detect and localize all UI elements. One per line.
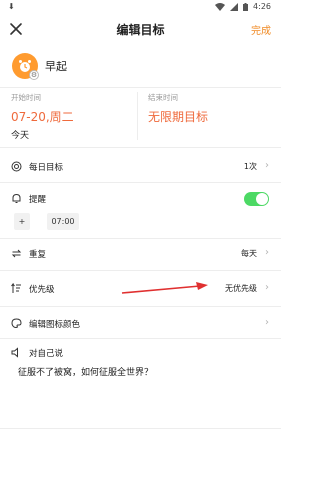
chevron-right-icon: ›	[265, 247, 269, 258]
speaker-icon	[11, 347, 18, 358]
divider	[0, 428, 281, 429]
add-reminder-button[interactable]: +	[14, 213, 30, 230]
red-arrow-annotation	[121, 282, 208, 294]
chevron-right-icon: ›	[265, 282, 269, 293]
chevron-right-icon: ›	[265, 160, 269, 171]
self-talk-text[interactable]: 征服不了被窝，如何征服全世界？	[18, 365, 153, 378]
vertical-divider	[137, 92, 138, 140]
start-date-label: 开始时间	[11, 93, 41, 102]
nav-bar: 编辑目标 完成	[0, 14, 281, 44]
bell-icon	[12, 193, 21, 203]
divider	[0, 147, 281, 148]
end-date-label: 结束时间	[148, 93, 178, 102]
signal-icon	[230, 2, 239, 11]
status-icons: 4:26	[215, 2, 271, 11]
divider	[0, 338, 281, 339]
wifi-icon	[215, 2, 226, 11]
battery-icon	[243, 2, 249, 11]
goal-name[interactable]: 早起	[45, 58, 67, 74]
divider	[0, 270, 281, 271]
chevron-right-icon: ›	[265, 317, 269, 328]
status-bar: ⬇ 4:26	[0, 0, 281, 14]
self-talk-label: 对自己说	[29, 349, 64, 359]
end-date-picker[interactable]: 结束时间 无限期目标	[148, 92, 208, 142]
repeat-icon	[11, 249, 22, 258]
reminder-label: 提醒	[29, 195, 47, 205]
target-icon	[11, 161, 22, 172]
divider	[0, 238, 281, 239]
priority-label: 优先级	[29, 285, 55, 295]
status-time: 4:26	[253, 2, 271, 11]
daily-goal-row[interactable]: 每日目标 1次 ›	[0, 157, 281, 177]
end-date-value: 无限期目标	[148, 110, 209, 124]
goal-header: ⚙ 早起	[0, 50, 281, 85]
repeat-value: 每天	[241, 249, 257, 258]
start-date-sub: 今天	[11, 131, 30, 141]
repeat-label: 重复	[29, 250, 47, 260]
start-date-value: 07-20,周二	[11, 110, 74, 124]
divider	[0, 182, 281, 183]
done-button[interactable]: 完成	[251, 22, 271, 37]
palette-icon	[11, 318, 22, 328]
priority-icon	[11, 283, 21, 293]
daily-goal-value: 1次	[243, 162, 257, 171]
priority-value: 无优先级	[225, 284, 257, 293]
divider	[0, 306, 281, 307]
divider	[0, 87, 281, 88]
gear-icon[interactable]: ⚙	[29, 70, 39, 80]
reminder-time-chip[interactable]: 07:00	[47, 213, 79, 230]
icon-color-row[interactable]: 编辑图标颜色 ›	[0, 314, 281, 334]
repeat-row[interactable]: 重复 每天 ›	[0, 244, 281, 264]
daily-goal-label: 每日目标	[29, 163, 64, 173]
self-talk-row: 对自己说	[0, 343, 281, 363]
icon-color-label: 编辑图标颜色	[29, 320, 81, 330]
reminder-row: 提醒	[0, 189, 281, 209]
reminder-toggle[interactable]	[244, 192, 269, 206]
page-title: 编辑目标	[116, 23, 165, 37]
toggle-knob	[256, 193, 268, 205]
start-date-picker[interactable]: 开始时间 07-20,周二 今天	[11, 92, 74, 142]
download-icon: ⬇	[8, 2, 15, 11]
